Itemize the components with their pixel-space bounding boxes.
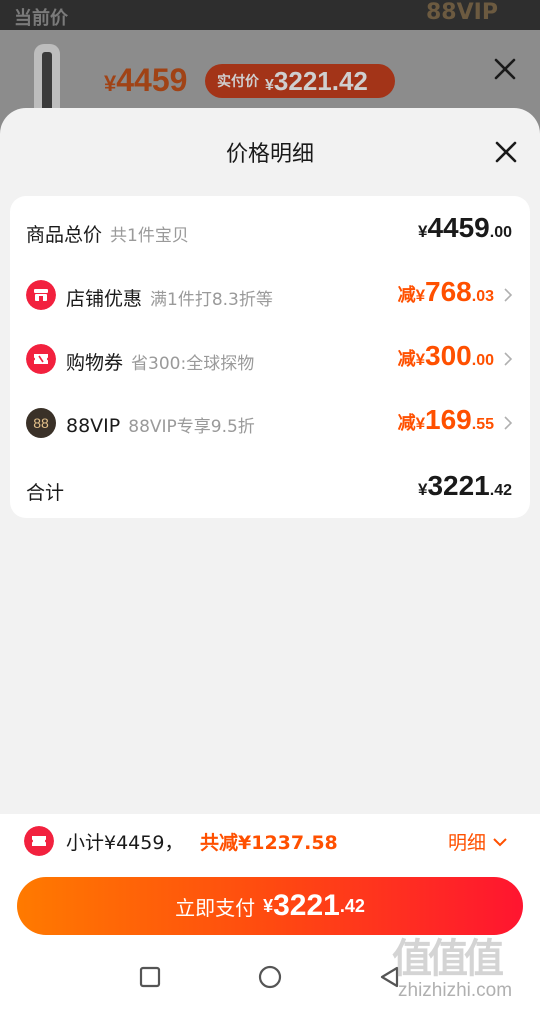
total-price-label: 商品总价	[26, 224, 103, 246]
shop-discount-label: 店铺优惠	[66, 288, 143, 310]
shop-discount-sub: 满1件打8.3折等	[150, 290, 273, 310]
total-price-row: 商品总价 共1件宝贝 ¥4459.00	[10, 210, 530, 250]
watermark-text: zhizhizhi.com	[398, 980, 513, 1001]
coupon-icon	[26, 344, 56, 374]
88vip-icon: 88	[26, 408, 56, 438]
total-saved-text: 共减¥1237.58	[200, 832, 338, 854]
close-icon[interactable]	[492, 138, 520, 166]
shop-discount-value: 减 ¥768.03	[397, 276, 494, 307]
background-price: ¥4459	[104, 62, 188, 98]
shop-icon	[26, 280, 56, 310]
shopping-coupon-value: 减 ¥300.00	[397, 340, 494, 371]
subtotal-text: 小计¥4459，	[66, 832, 184, 854]
vip-discount-sub: 88VIP专享9.5折	[128, 417, 255, 437]
shop-discount-row[interactable]: 店铺优惠 满1件打8.3折等 减 ¥768.03	[10, 274, 530, 314]
sum-label: 合计	[26, 482, 65, 504]
shopping-coupon-label: 购物券	[66, 352, 124, 374]
background-close-icon	[494, 58, 516, 80]
detail-label: 明细	[448, 832, 487, 854]
total-price-sub: 共1件宝贝	[110, 226, 189, 246]
background-88vip-label: 88VIP	[426, 0, 498, 25]
vip-discount-label: 88VIP	[66, 415, 121, 437]
shopping-coupon-sub: 省300:全球探物	[131, 354, 255, 374]
summary-bar: 小计¥4459， 共减¥1237.58 明细	[0, 814, 540, 868]
chevron-right-icon	[504, 288, 513, 302]
vip-discount-value: 减 ¥169.55	[397, 404, 494, 435]
sum-value: ¥3221.42	[417, 470, 512, 501]
detail-toggle[interactable]: 明细	[448, 828, 508, 855]
watermark-logo: 值值值	[392, 936, 504, 982]
chevron-right-icon	[504, 416, 513, 430]
background-top-bar: 当前价 88VIP	[0, 0, 540, 30]
background-current-price-label: 当前价	[14, 8, 68, 29]
coupon-icon	[24, 826, 54, 856]
vip-discount-row[interactable]: 88 88VIP 88VIP专享9.5折 减 ¥169.55	[10, 402, 530, 442]
recent-apps-icon[interactable]	[137, 964, 163, 990]
sheet-title: 价格明细	[225, 142, 314, 167]
pay-amount: 3221	[273, 889, 340, 922]
chevron-down-icon	[493, 837, 507, 846]
sum-row: 合计 ¥3221.42	[10, 468, 530, 508]
pay-now-label: 立即支付	[175, 895, 256, 920]
site-watermark: 值值值 zhizhizhi.com	[392, 926, 532, 1006]
total-price-value: ¥4459.00	[417, 212, 512, 243]
background-actual-pay-badge: 实付价 ¥3221.42	[205, 64, 395, 98]
shopping-coupon-row[interactable]: 购物券 省300:全球探物 减 ¥300.00	[10, 338, 530, 378]
home-icon[interactable]	[257, 964, 283, 990]
chevron-right-icon	[504, 352, 513, 366]
price-breakdown-card: 商品总价 共1件宝贝 ¥4459.00 店铺优惠 满1件打8.3折等 减 ¥768.0…	[10, 196, 530, 518]
